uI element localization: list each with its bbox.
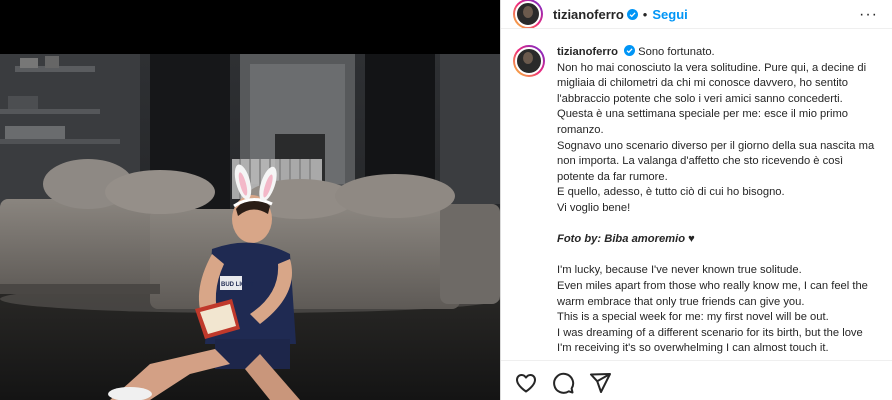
caption-line-it: non importa. La valanga d'affetto che st… [557, 155, 844, 168]
caption-block: tizianoferro Sono fortunato. Non ho mai … [513, 45, 888, 357]
header-divider [501, 28, 892, 29]
caption-line-en: Even miles apart from those who really k… [557, 279, 868, 292]
follow-button[interactable]: Segui [652, 7, 687, 22]
caption-line-it: potente da far rumore. [557, 170, 668, 183]
action-bar [514, 371, 625, 395]
post-side-panel: tizianoferro • Segui ··· tizianoferro So… [501, 0, 892, 400]
post-media: BUD LIGHT [0, 0, 500, 400]
verified-badge-icon [624, 45, 636, 56]
more-options-icon[interactable]: ··· [859, 6, 878, 24]
share-icon[interactable] [588, 371, 612, 395]
caption-line-it: l'abbraccio potente che solo i veri amic… [557, 92, 843, 105]
comment-icon[interactable] [551, 371, 575, 395]
actions-divider [501, 360, 892, 361]
media-top-bar [0, 0, 500, 54]
post-photo[interactable]: BUD LIGHT [0, 54, 500, 400]
caption-line-it: Sono fortunato. [638, 46, 715, 58]
caption-line-en: I'm receiving it's so overwhelming I can… [557, 342, 829, 355]
photo-credit-name: Biba amoremio ♥ [604, 233, 695, 246]
caption-line-it: Vi voglio bene! [557, 201, 631, 214]
caption-line-en: warm embrace that only true friends can … [557, 295, 805, 308]
caption-line-it: Questa è una settimana speciale per me: … [557, 108, 849, 121]
caption-line-it: migliaia di chilometri da chi mi conosce… [557, 77, 849, 90]
separator-dot: • [642, 6, 648, 22]
photo-illustration: BUD LIGHT [0, 54, 500, 400]
photo-credit: Foto by: Biba amoremio ♥ [557, 232, 888, 248]
caption-line-it: Non ho mai conosciuto la vera solitudine… [557, 61, 867, 74]
shirt-logo-text: BUD LIGHT [221, 282, 254, 288]
post-header: tizianoferro • Segui ··· [501, 0, 892, 29]
caption-text: tizianoferro Sono fortunato. Non ho mai … [557, 45, 888, 357]
caption-line-it: E quello, adesso, è tutto ciò di cui ho … [557, 186, 785, 199]
avatar[interactable] [513, 0, 543, 29]
caption-username[interactable]: tizianoferro [557, 46, 618, 58]
verified-badge-icon [626, 8, 638, 20]
caption-line-en: This is a special week for me: my first … [557, 311, 829, 324]
caption-line-it: romanzo. [557, 123, 604, 136]
heart-icon[interactable] [514, 371, 538, 395]
caption-line-en: I was dreaming of a different scenario f… [557, 326, 863, 339]
photo-credit-label: Foto by: [557, 233, 602, 246]
caption-line: tizianoferro Sono fortunato. [557, 45, 888, 61]
caption-line-en: I'm lucky, because I've never known true… [557, 264, 802, 277]
header-username[interactable]: tizianoferro [553, 7, 624, 22]
caption-avatar[interactable] [513, 45, 545, 77]
caption-line-it: Sognavo uno scenario diverso per il gior… [557, 139, 875, 152]
